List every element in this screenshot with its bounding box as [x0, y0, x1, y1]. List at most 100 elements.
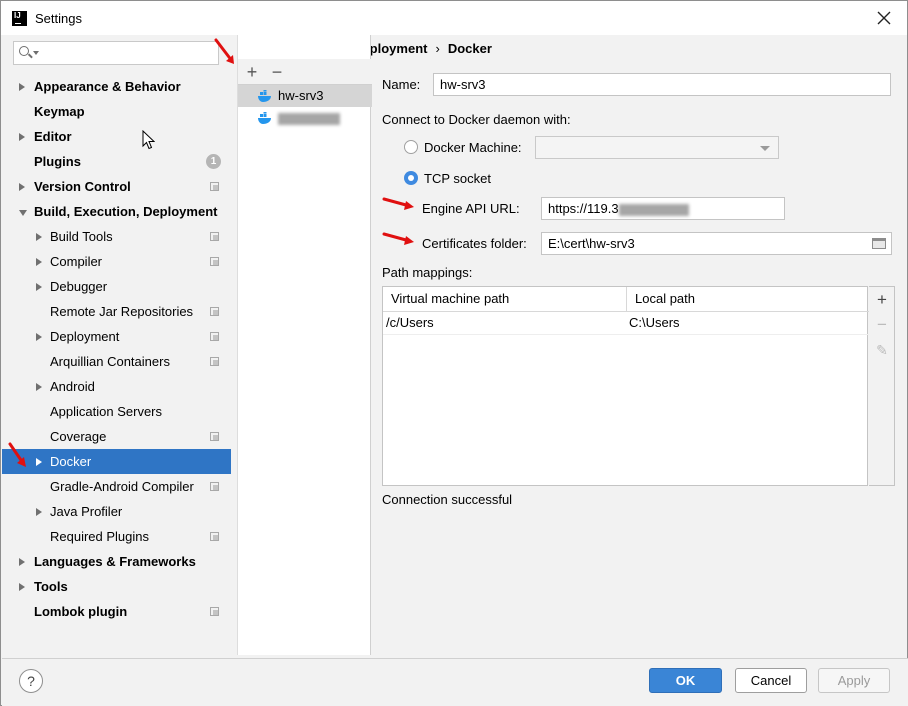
intellij-icon: IJ [12, 11, 27, 26]
chevron-right-icon[interactable] [36, 283, 42, 291]
search-input[interactable] [42, 44, 214, 62]
sidebar-item-version-control[interactable]: Version Control [2, 174, 231, 199]
edit-mapping-button[interactable]: ✎ [873, 340, 891, 360]
remove-server-button[interactable]: − [267, 61, 287, 83]
sidebar-item-label: Coverage [50, 429, 107, 444]
server-item-redacted[interactable] [238, 107, 372, 129]
chevron-right-icon[interactable] [36, 508, 42, 516]
search-icon [19, 46, 29, 56]
sidebar-item-required-plugins[interactable]: Required Plugins [2, 524, 231, 549]
mouse-cursor-icon [142, 130, 155, 150]
redaction-blur [278, 112, 340, 125]
sidebar-item-label: Editor [34, 129, 72, 144]
column-header-vm-path[interactable]: Virtual machine path [383, 287, 626, 312]
sidebar-item-label: Application Servers [50, 404, 162, 419]
project-scope-icon [210, 532, 219, 541]
name-field[interactable]: hw-srv3 [433, 73, 891, 96]
sidebar-item-tools[interactable]: Tools [2, 574, 231, 599]
dialog-footer: ? OK Cancel Apply [2, 658, 908, 706]
sidebar-item-plugins[interactable]: Plugins 1 [2, 149, 231, 174]
sidebar-item-deployment[interactable]: Deployment [2, 324, 231, 349]
add-mapping-button[interactable]: + [873, 290, 891, 310]
remove-mapping-button[interactable]: − [873, 315, 891, 335]
title-bar: IJ Settings [1, 1, 907, 35]
sidebar-item-label: Debugger [50, 279, 108, 294]
sidebar-item-docker[interactable]: Docker [2, 449, 231, 474]
sidebar-item-build-tools[interactable]: Build Tools [2, 224, 231, 249]
sidebar-item-compiler[interactable]: Compiler [2, 249, 231, 274]
project-scope-icon [210, 432, 219, 441]
sidebar-item-label: Tools [34, 579, 68, 594]
window-title: Settings [35, 11, 82, 26]
docker-machine-dropdown[interactable] [535, 136, 779, 159]
settings-dialog: IJ Settings Appearance & Behavior Keymap E… [0, 0, 908, 706]
table-row[interactable]: /c/Users C:\Users [383, 312, 869, 335]
redaction-blur [618, 203, 689, 216]
chevron-right-icon[interactable] [19, 183, 25, 191]
sidebar-item-arquillian-containers[interactable]: Arquillian Containers [2, 349, 231, 374]
sidebar-item-label: Java Profiler [50, 504, 123, 519]
certificates-folder-field[interactable]: E:\cert\hw-srv3 [541, 232, 892, 255]
project-scope-icon [210, 482, 219, 491]
sidebar-item-label: Compiler [50, 254, 103, 269]
apply-button[interactable]: Apply [818, 668, 890, 693]
close-button[interactable] [873, 7, 895, 29]
chevron-right-icon[interactable] [36, 333, 42, 341]
sidebar-item-application-servers[interactable]: Application Servers [2, 399, 231, 424]
sidebar-item-build-execution-deployment[interactable]: Build, Execution, Deployment [2, 199, 231, 224]
add-server-button[interactable]: + [242, 61, 262, 83]
sidebar-item-languages-frameworks[interactable]: Languages & Frameworks [2, 549, 231, 574]
sidebar-item-editor[interactable]: Editor [2, 124, 231, 149]
chevron-right-icon[interactable] [36, 383, 42, 391]
name-label: Name: [382, 77, 421, 92]
ok-button[interactable]: OK [649, 668, 722, 693]
chevron-right-icon[interactable] [19, 558, 25, 566]
sidebar-item-label: Build Tools [50, 229, 113, 244]
sidebar-item-appearance-behavior[interactable]: Appearance & Behavior [2, 74, 231, 99]
vm-path-cell: /c/Users [386, 315, 434, 330]
column-header-local-path[interactable]: Local path [626, 287, 869, 312]
certificates-folder-value: E:\cert\hw-srv3 [548, 236, 635, 251]
docker-server-list-panel: + − hw-srv3 [237, 35, 372, 655]
chevron-right-icon[interactable] [36, 233, 42, 241]
sidebar-item-label: Version Control [34, 179, 131, 194]
sidebar-item-debugger[interactable]: Debugger [2, 274, 231, 299]
project-scope-icon [210, 332, 219, 341]
sidebar-item-lombok-plugin[interactable]: Lombok plugin [2, 599, 231, 624]
project-scope-icon [210, 232, 219, 241]
sidebar-item-gradle-android-compiler[interactable]: Gradle-Android Compiler [2, 474, 231, 499]
chevron-right-icon[interactable] [19, 133, 25, 141]
engine-api-url-label: Engine API URL: [422, 201, 520, 216]
settings-search[interactable] [13, 41, 219, 65]
annotation-arrow [382, 197, 414, 210]
local-path-cell: C:\Users [629, 315, 680, 330]
sidebar-item-label: Build, Execution, Deployment [34, 204, 218, 219]
cancel-button[interactable]: Cancel [735, 668, 807, 693]
sidebar-item-label: Remote Jar Repositories [50, 304, 194, 319]
tcp-socket-radio[interactable] [404, 171, 418, 185]
breadcrumb-current: Docker [447, 41, 492, 56]
docker-config-panel: Name: hw-srv3 Connect to Docker daemon w… [372, 63, 908, 658]
chevron-right-icon[interactable] [36, 458, 42, 466]
docker-icon [258, 112, 271, 124]
sidebar-item-java-profiler[interactable]: Java Profiler [2, 499, 231, 524]
chevron-right-icon[interactable] [36, 258, 42, 266]
docker-machine-radio[interactable] [404, 140, 418, 154]
chevron-down-icon[interactable] [19, 210, 27, 216]
server-name-redacted [278, 107, 340, 129]
folder-browse-icon[interactable] [872, 238, 886, 249]
chevron-right-icon[interactable] [19, 583, 25, 591]
sidebar-item-label: Docker [50, 454, 92, 469]
server-list: hw-srv3 [238, 85, 372, 129]
engine-api-url-field[interactable]: https://119.3 [541, 197, 785, 220]
sidebar-item-android[interactable]: Android [2, 374, 231, 399]
breadcrumb-separator: › [435, 41, 440, 56]
server-item-hw-srv3[interactable]: hw-srv3 [238, 85, 372, 107]
chevron-right-icon[interactable] [19, 83, 25, 91]
search-dropdown-icon[interactable] [33, 51, 39, 55]
sidebar-item-keymap[interactable]: Keymap [2, 99, 231, 124]
sidebar-item-remote-jar-repositories[interactable]: Remote Jar Repositories [2, 299, 231, 324]
help-button[interactable]: ? [19, 669, 43, 693]
docker-icon [258, 90, 271, 102]
sidebar-item-coverage[interactable]: Coverage [2, 424, 231, 449]
